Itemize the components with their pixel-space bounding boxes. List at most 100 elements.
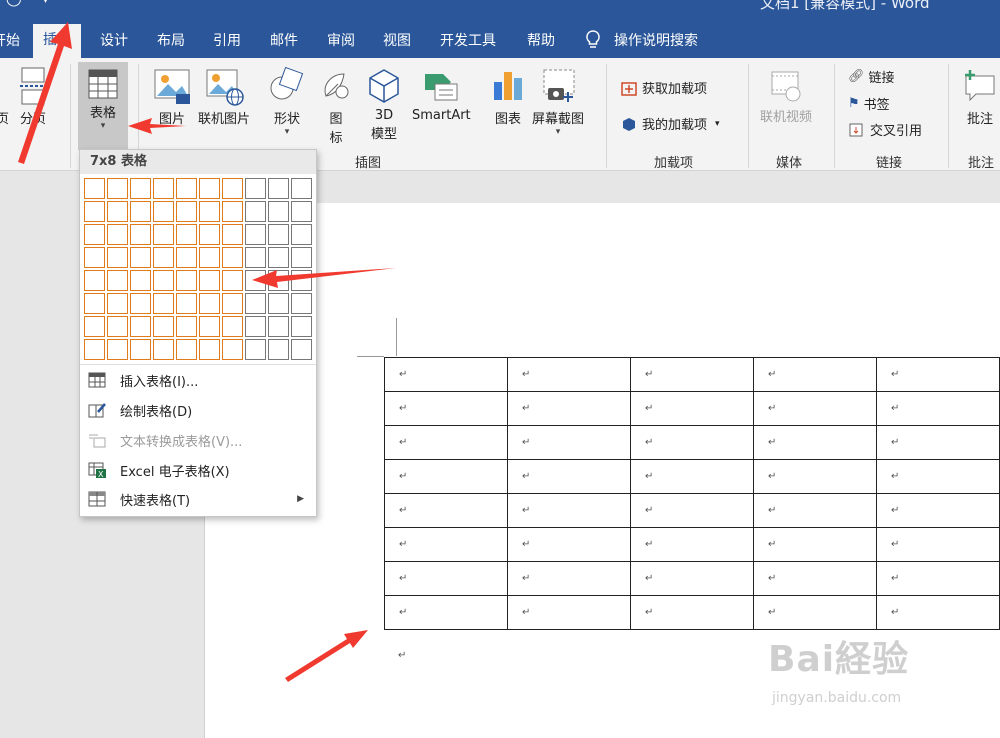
table-grid-cell[interactable] [245, 316, 266, 337]
table-grid-cell[interactable] [176, 178, 197, 199]
tab-mailings[interactable]: 邮件 [270, 30, 298, 50]
table-grid-cell[interactable] [107, 224, 128, 245]
table-grid-cell[interactable] [130, 224, 151, 245]
table-grid-cell[interactable] [176, 339, 197, 360]
table-cell[interactable]: ↵ [384, 391, 508, 426]
document-table[interactable]: ↵ ↵ ↵ ↵ ↵ ↵ ↵ ↵ ↵ ↵ ↵ ↵ ↵ ↵ ↵ ↵ ↵ ↵ ↵ ↵ ↵ ↵ ↵ ↵ ↵ ↵ ↵ ↵ ↵ ↵ ↵ ↵ ↵ ↵ ↵ ↵ ↵ ↵ ↵ ↵ [384, 357, 1000, 630]
menu-item-draw-table[interactable]: 绘制表格(D) [80, 396, 316, 424]
table-grid-cell[interactable] [245, 224, 266, 245]
table-grid-cell[interactable] [268, 270, 289, 291]
page-break-button[interactable]: 分页 [18, 66, 48, 127]
table-grid-cell[interactable] [291, 293, 312, 314]
table-grid-cell[interactable] [176, 201, 197, 222]
my-addins-button[interactable]: 我的加载项 ▾ [620, 114, 720, 133]
table-cell[interactable]: ↵ [876, 425, 1000, 460]
table-grid-cell[interactable] [153, 178, 174, 199]
tab-references[interactable]: 引用 [213, 30, 241, 50]
tab-insert[interactable]: 插入 [33, 24, 81, 58]
table-grid-cell[interactable] [176, 247, 197, 268]
table-grid-cell[interactable] [222, 178, 243, 199]
table-grid-cell[interactable] [84, 201, 105, 222]
table-grid-cell[interactable] [222, 224, 243, 245]
table-cell[interactable]: ↵ [753, 459, 877, 494]
cross-reference-button[interactable]: 交叉引用 [848, 120, 922, 139]
table-size-grid[interactable] [84, 178, 312, 360]
table-grid-cell[interactable] [245, 247, 266, 268]
menu-item-insert-table[interactable]: 插入表格(I)... [80, 366, 316, 394]
table-grid-cell[interactable] [130, 201, 151, 222]
table-grid-cell[interactable] [268, 293, 289, 314]
table-grid-cell[interactable] [153, 224, 174, 245]
table-grid-cell[interactable] [153, 201, 174, 222]
online-picture-button[interactable]: 联机图片 [198, 66, 250, 127]
table-grid-cell[interactable] [84, 247, 105, 268]
table-grid-cell[interactable] [107, 293, 128, 314]
chart-button[interactable]: 图表 [490, 66, 526, 127]
table-grid-cell[interactable] [245, 339, 266, 360]
online-video-button[interactable]: 联机视频 [760, 68, 812, 125]
table-grid-cell[interactable] [268, 178, 289, 199]
table-grid-cell[interactable] [153, 270, 174, 291]
menu-item-text-to-table[interactable]: 文本转换成表格(V)... [80, 426, 316, 454]
screenshot-button[interactable]: 屏幕截图 ▾ [532, 66, 584, 137]
table-grid-cell[interactable] [153, 339, 174, 360]
table-cell[interactable]: ↵ [753, 391, 877, 426]
table-grid-cell[interactable] [291, 201, 312, 222]
table-cell[interactable]: ↵ [384, 459, 508, 494]
table-cell[interactable]: ↵ [630, 391, 754, 426]
table-cell[interactable]: ↵ [384, 561, 508, 596]
table-grid-cell[interactable] [107, 201, 128, 222]
table-grid-cell[interactable] [268, 224, 289, 245]
table-grid-cell[interactable] [199, 339, 220, 360]
table-grid-cell[interactable] [84, 316, 105, 337]
table-grid-cell[interactable] [130, 178, 151, 199]
table-cell[interactable]: ↵ [384, 425, 508, 460]
table-cell[interactable]: ↵ [630, 595, 754, 630]
table-grid-cell[interactable] [107, 270, 128, 291]
table-grid-cell[interactable] [84, 224, 105, 245]
table-cell[interactable]: ↵ [630, 425, 754, 460]
table-cell[interactable]: ↵ [384, 493, 508, 528]
table-cell[interactable]: ↵ [507, 595, 631, 630]
table-grid-cell[interactable] [222, 247, 243, 268]
table-cell[interactable]: ↵ [876, 357, 1000, 392]
table-cell[interactable]: ↵ [384, 357, 508, 392]
table-grid-cell[interactable] [222, 339, 243, 360]
table-grid-cell[interactable] [291, 339, 312, 360]
tab-layout[interactable]: 布局 [157, 30, 185, 50]
table-cell[interactable]: ↵ [507, 391, 631, 426]
table-grid-cell[interactable] [153, 316, 174, 337]
table-grid-cell[interactable] [268, 247, 289, 268]
tab-developer[interactable]: 开发工具 [440, 30, 496, 50]
table-cell[interactable]: ↵ [630, 527, 754, 562]
table-grid-cell[interactable] [176, 224, 197, 245]
table-grid-cell[interactable] [245, 293, 266, 314]
table-cell[interactable]: ↵ [507, 493, 631, 528]
table-cell[interactable]: ↵ [507, 527, 631, 562]
table-cell[interactable]: ↵ [507, 357, 631, 392]
table-cell[interactable]: ↵ [753, 527, 877, 562]
link-button[interactable]: 🔗︎ 链接 [848, 67, 895, 86]
table-grid-cell[interactable] [84, 270, 105, 291]
3d-model-button[interactable]: 3D 模型 [366, 66, 402, 142]
table-grid-cell[interactable] [176, 316, 197, 337]
table-grid-cell[interactable] [291, 247, 312, 268]
table-grid-cell[interactable] [199, 178, 220, 199]
table-grid-cell[interactable] [268, 339, 289, 360]
table-cell[interactable]: ↵ [876, 391, 1000, 426]
table-cell[interactable]: ↵ [876, 561, 1000, 596]
table-grid-cell[interactable] [130, 293, 151, 314]
table-grid-cell[interactable] [222, 270, 243, 291]
table-grid-cell[interactable] [291, 270, 312, 291]
menu-item-excel-spreadsheet[interactable]: X Excel 电子表格(X) [80, 456, 316, 484]
table-grid-cell[interactable] [245, 270, 266, 291]
table-cell[interactable]: ↵ [507, 561, 631, 596]
table-grid-cell[interactable] [84, 293, 105, 314]
table-cell[interactable]: ↵ [753, 561, 877, 596]
table-cell[interactable]: ↵ [384, 527, 508, 562]
table-grid-cell[interactable] [84, 178, 105, 199]
tab-review[interactable]: 审阅 [327, 30, 355, 50]
table-cell[interactable]: ↵ [753, 357, 877, 392]
table-grid-cell[interactable] [130, 247, 151, 268]
table-cell[interactable]: ↵ [753, 493, 877, 528]
